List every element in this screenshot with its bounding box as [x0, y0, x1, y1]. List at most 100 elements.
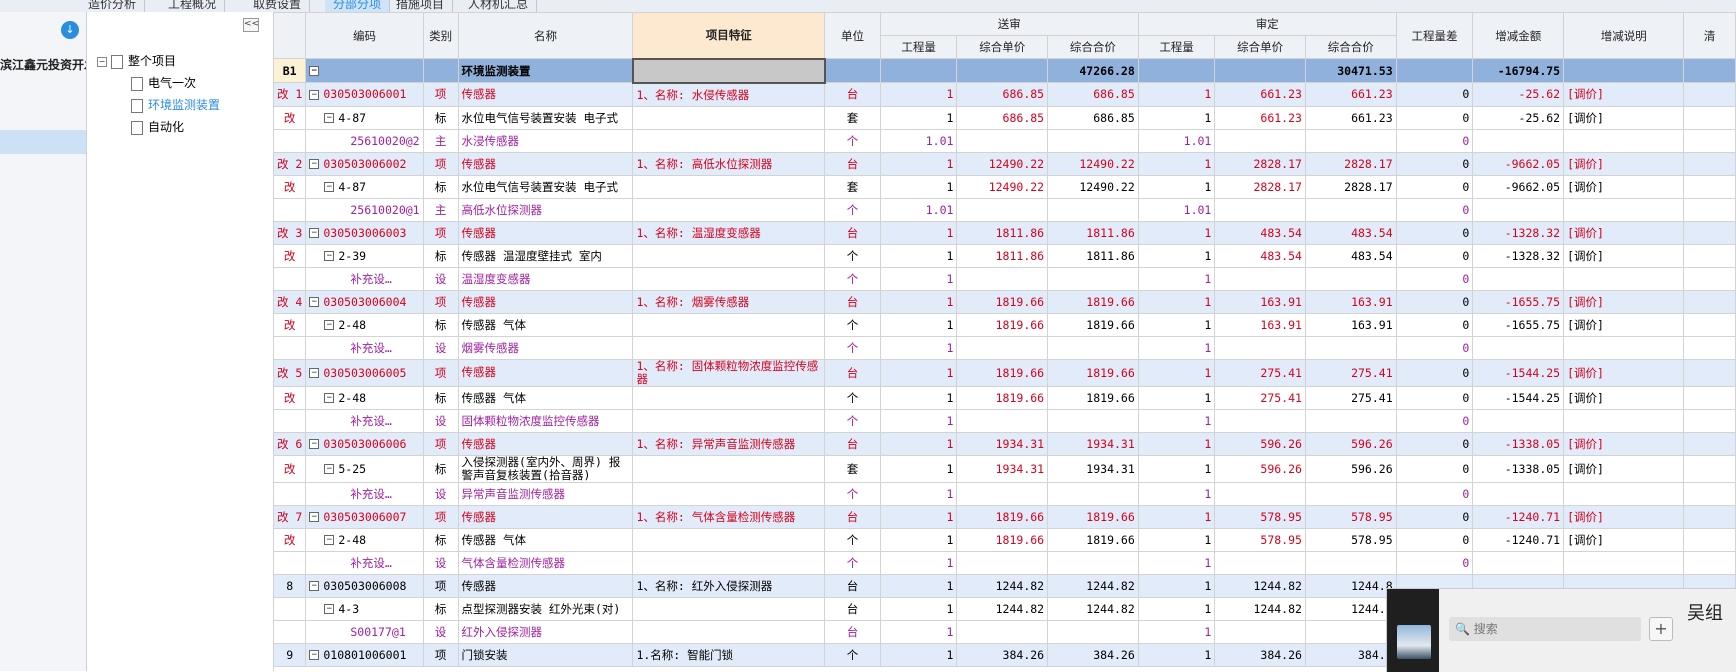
cell-last[interactable] [1683, 105, 1736, 130]
cell-mark[interactable]: 8 [273, 573, 307, 598]
cell-a_qty[interactable]: 1 [1137, 619, 1216, 644]
cell-unit[interactable]: 个 [824, 550, 881, 575]
tab-0[interactable]: 造价分析 [80, 0, 146, 12]
cell-diff[interactable]: 0 [1395, 105, 1474, 130]
cell-s_total[interactable]: 1819.66 [1047, 527, 1139, 552]
cell-last[interactable] [1683, 358, 1736, 387]
cell-last[interactable] [1683, 408, 1736, 433]
cell-a_total[interactable] [1304, 481, 1397, 506]
cell-unit[interactable]: 个 [824, 197, 881, 222]
cell-unit[interactable]: 台 [824, 220, 881, 245]
cell-diff[interactable]: 0 [1395, 385, 1474, 410]
cell-a_qty[interactable]: 1 [1137, 220, 1216, 245]
cell-s_total[interactable]: 1819.66 [1047, 385, 1139, 410]
cell-a_qty[interactable]: 1.01 [1137, 128, 1216, 153]
cell-code[interactable]: −2-48 [305, 527, 424, 552]
cell-s_up[interactable] [956, 408, 1049, 433]
cell-unit[interactable]: 个 [824, 385, 881, 410]
cell-s_total[interactable]: 1934.31 [1047, 454, 1139, 483]
cell-name[interactable]: 传感器 [457, 358, 634, 387]
cell-feature[interactable]: 1、名称: 气体含量检测传感器 [632, 504, 826, 529]
table-row[interactable]: 补充设… 设温湿度变感器 个 1 1 0 [273, 266, 1736, 291]
cell-a_total[interactable]: 30471.53 [1304, 58, 1397, 83]
cell-s_qty[interactable]: 1 [879, 642, 958, 667]
cell-note[interactable]: [调价] [1563, 527, 1685, 552]
cell-a_total[interactable] [1304, 335, 1397, 360]
cell-s_qty[interactable]: 1 [879, 385, 958, 410]
cell-last[interactable] [1683, 431, 1736, 456]
cell-s_total[interactable]: 1819.66 [1047, 358, 1139, 387]
cell-cat[interactable]: 设 [422, 619, 459, 644]
cell-feature[interactable]: 1、名称: 高低水位探测器 [632, 151, 826, 176]
cell-a_total[interactable] [1304, 550, 1397, 575]
cell-last[interactable] [1683, 335, 1736, 360]
table-row[interactable]: B1 − 环境监测装置 47266.28 30471.53 -16794.75 [273, 57, 1736, 84]
cell-mark[interactable] [273, 596, 307, 621]
cell-mark[interactable]: 改 6 [273, 431, 307, 456]
cell-unit[interactable]: 个 [824, 243, 881, 268]
cell-s_total[interactable]: 384.26 [1047, 642, 1139, 667]
cell-code[interactable]: −030503006003 [305, 220, 424, 245]
collapse-icon[interactable]: − [324, 320, 335, 330]
cell-s_up[interactable] [956, 550, 1049, 575]
cell-diff[interactable]: 0 [1395, 504, 1474, 529]
cell-feature[interactable]: 1.名称: 智能门锁 [632, 642, 826, 667]
cell-last[interactable] [1683, 151, 1736, 176]
cell-a_up[interactable]: 1244.82 [1214, 596, 1306, 621]
cell-s_total[interactable] [1047, 481, 1139, 506]
cell-s_total[interactable]: 1819.66 [1047, 312, 1139, 337]
cell-inc[interactable]: -9662.05 [1472, 151, 1565, 176]
cell-s_up[interactable]: 1934.31 [956, 454, 1049, 483]
cell-s_total[interactable] [1047, 128, 1139, 153]
cell-s_up[interactable]: 1819.66 [956, 312, 1049, 337]
cell-inc[interactable] [1472, 550, 1565, 575]
cell-diff[interactable]: 0 [1395, 358, 1474, 387]
cell-s_total[interactable]: 47266.28 [1047, 58, 1139, 83]
cell-s_up[interactable]: 1934.31 [956, 431, 1049, 456]
cell-name[interactable]: 入侵探测器(室内外、周界) 报警声音复核装置(拾音器) [457, 454, 634, 483]
cell-cat[interactable]: 设 [422, 266, 459, 291]
cell-name[interactable]: 环境监测装置 [457, 58, 634, 83]
cell-code[interactable]: −030503006007 [305, 504, 424, 529]
cell-mark[interactable] [273, 481, 307, 506]
collapse-icon[interactable]: − [309, 228, 320, 238]
cell-code[interactable]: −030503006001 [305, 82, 424, 107]
cell-mark[interactable] [273, 619, 307, 644]
cell-s_qty[interactable]: 1 [879, 266, 958, 291]
header-inc-amount[interactable]: 增减金额 [1472, 12, 1565, 59]
cell-diff[interactable]: 0 [1395, 431, 1474, 456]
cell-cat[interactable]: 主 [422, 128, 459, 153]
cell-a_up[interactable]: 483.54 [1214, 220, 1306, 245]
cell-s_total[interactable]: 1819.66 [1047, 504, 1139, 529]
cell-mark[interactable] [273, 550, 307, 575]
cell-feature[interactable] [632, 408, 826, 433]
cell-inc[interactable]: -16794.75 [1472, 58, 1565, 83]
cell-s_total[interactable] [1047, 266, 1139, 291]
cell-s_total[interactable] [1047, 619, 1139, 644]
cell-note[interactable] [1563, 335, 1685, 360]
cell-s_up[interactable] [956, 266, 1049, 291]
cell-feature[interactable] [632, 335, 826, 360]
cell-code[interactable]: −4-3 [305, 596, 424, 621]
cell-feature[interactable] [632, 550, 826, 575]
cell-s_total[interactable]: 1811.86 [1047, 243, 1139, 268]
cell-feature[interactable] [632, 266, 826, 291]
cell-a_total[interactable]: 163.91 [1304, 312, 1397, 337]
cell-a_up[interactable]: 163.91 [1214, 289, 1306, 314]
cell-name[interactable]: 传感器 [457, 431, 634, 456]
cell-s_up[interactable]: 1819.66 [956, 527, 1049, 552]
download-icon[interactable]: ↓ [61, 21, 79, 39]
cell-a_qty[interactable]: 1 [1137, 596, 1216, 621]
cell-s_qty[interactable]: 1 [879, 82, 958, 107]
cell-a_up[interactable]: 661.23 [1214, 82, 1306, 107]
header-audit-qty[interactable]: 工程量 [1137, 35, 1216, 59]
table-row[interactable]: 改 4−030503006004 项传感器 1、名称: 烟雾传感器 台 1 1819.66… [273, 289, 1736, 314]
cell-s_total[interactable]: 1811.86 [1047, 220, 1139, 245]
header-qty-diff[interactable]: 工程量差 [1395, 12, 1474, 59]
cell-cat[interactable]: 项 [422, 573, 459, 598]
collapse-icon[interactable]: − [324, 393, 335, 403]
tab-2[interactable]: 取费设置 [245, 0, 311, 12]
cell-a_qty[interactable]: 1 [1137, 358, 1216, 387]
cell-s_total[interactable]: 1244.82 [1047, 596, 1139, 621]
cell-a_up[interactable]: 596.26 [1214, 454, 1306, 483]
